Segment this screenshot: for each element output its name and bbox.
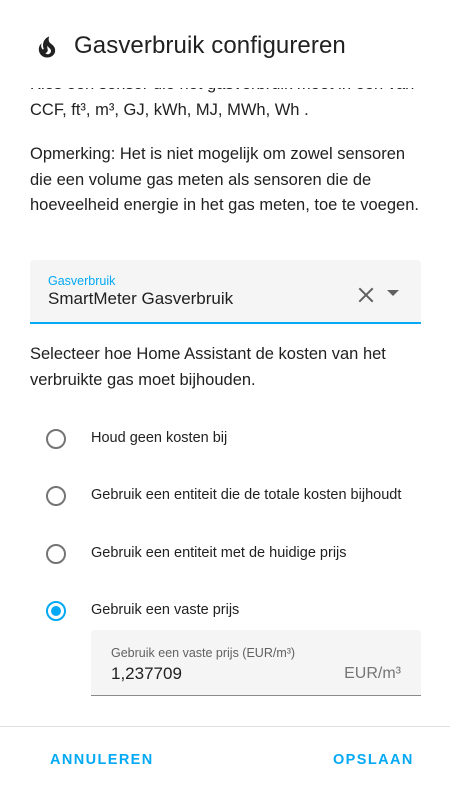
radio-button-selected[interactable] — [46, 601, 66, 621]
close-icon[interactable] — [357, 286, 375, 304]
cost-prompt: Selecteer hoe Home Assistant de kosten v… — [30, 345, 386, 389]
gas-config-dialog: Gasverbruik configureren Kies een sensor… — [0, 0, 450, 800]
dialog-header: Gasverbruik configureren — [0, 0, 450, 88]
gas-sensor-select[interactable]: Gasverbruik SmartMeter Gasverbruik — [30, 260, 421, 324]
gas-sensor-label: Gasverbruik — [48, 274, 116, 288]
cost-option-current-price-entity[interactable]: Gebruik een entiteit met de huidige prij… — [40, 536, 430, 576]
footer-divider — [0, 726, 450, 727]
radio-button[interactable] — [46, 544, 66, 564]
fixed-price-suffix: EUR/m³ — [344, 665, 401, 682]
dialog-content[interactable]: Kies een sensor die het gasverbruik meet… — [0, 62, 450, 726]
cost-option-label: Houd geen kosten bij — [91, 430, 228, 446]
fire-icon — [33, 33, 61, 61]
fixed-price-input[interactable] — [111, 662, 311, 686]
radio-button[interactable] — [46, 486, 66, 506]
cost-option-total-cost-entity[interactable]: Gebruik een entiteit die de totale koste… — [40, 478, 430, 518]
dialog-title: Gasverbruik configureren — [74, 32, 346, 59]
cost-option-label: Gebruik een vaste prijs — [91, 602, 240, 618]
fixed-price-field[interactable]: Gebruik een vaste prijs (EUR/m³) EUR/m³ — [91, 630, 421, 696]
gas-sensor-value: SmartMeter Gasverbruik — [48, 289, 234, 308]
note-text: Opmerking: Het is niet mogelijk om zowel… — [30, 145, 419, 214]
save-button[interactable]: OPSLAAN — [333, 752, 414, 768]
cost-option-label: Gebruik een entiteit met de huidige prij… — [91, 545, 347, 561]
radio-button[interactable] — [46, 429, 66, 449]
dropdown-arrow-icon[interactable] — [387, 290, 399, 296]
cancel-button[interactable]: ANNULEREN — [50, 752, 154, 768]
cost-option-fixed-price[interactable]: Gebruik een vaste prijs — [40, 593, 430, 633]
cost-option-label: Gebruik een entiteit die de totale koste… — [91, 487, 402, 503]
radio-dot — [51, 606, 61, 616]
fixed-price-label: Gebruik een vaste prijs (EUR/m³) — [111, 646, 296, 660]
cost-option-no-cost[interactable]: Houd geen kosten bij — [40, 421, 430, 461]
